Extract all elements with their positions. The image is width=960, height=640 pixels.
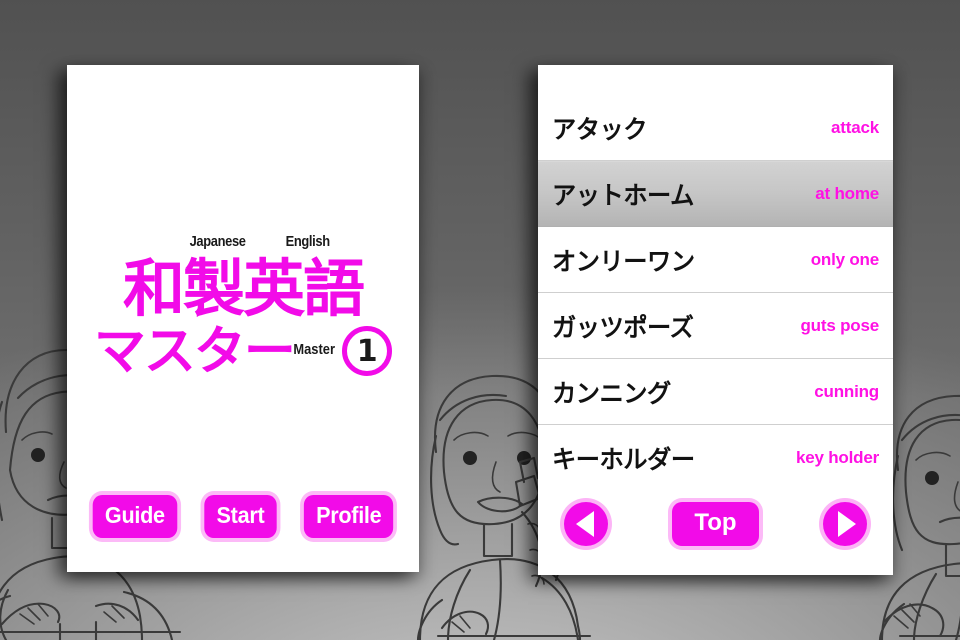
logo-katakana: マスター [93, 322, 296, 382]
logo-master-label: Master [293, 340, 335, 358]
word-japanese: ガッツポーズ [552, 312, 694, 342]
title-button-row: Guide Start Profile [67, 495, 419, 538]
list-item[interactable]: ガッツポーズ guts pose [538, 293, 893, 359]
title-screen-card: 和製英語 Japanese English マスター Master 1 Guid… [67, 65, 419, 572]
word-english: key holder [795, 448, 879, 467]
logo-volume-badge: 1 [342, 326, 393, 376]
word-english: cunning [814, 381, 879, 401]
logo-line-2: マスター Master 1 [93, 321, 393, 383]
word-list-card: アタック attack アットホーム at home オンリーワン only o… [538, 65, 893, 575]
logo-english-label: English [285, 233, 330, 250]
word-japanese: アタック [552, 114, 648, 144]
word-english: only one [810, 249, 879, 269]
top-button[interactable]: Top [672, 502, 759, 546]
list-navigation-bar: Top [538, 487, 893, 575]
guide-button[interactable]: Guide [92, 495, 177, 538]
logo-japanese-label: Japanese [189, 233, 246, 250]
next-page-button[interactable] [822, 502, 867, 546]
word-english: attack [831, 117, 879, 137]
word-japanese: オンリーワン [552, 246, 695, 276]
list-item[interactable]: アットホーム at home [538, 161, 893, 227]
profile-button[interactable]: Profile [303, 495, 394, 538]
app-logo: 和製英語 Japanese English マスター Master 1 [67, 233, 419, 383]
word-english: guts pose [800, 315, 880, 335]
arrow-left-icon [575, 511, 594, 537]
list-item[interactable]: キーホルダー key holder [538, 425, 893, 491]
word-japanese: アットホーム [552, 181, 694, 210]
word-japanese: キーホルダー [552, 445, 695, 474]
list-item[interactable]: アタック attack [538, 95, 893, 161]
word-japanese: カンニング [552, 378, 671, 408]
logo-kanji: 和製英語 [122, 251, 365, 325]
start-button[interactable]: Start [203, 495, 277, 538]
word-list: アタック attack アットホーム at home オンリーワン only o… [538, 65, 893, 491]
previous-page-button[interactable] [564, 502, 608, 546]
list-item[interactable]: カンニング cunning [538, 359, 893, 425]
arrow-right-icon [837, 511, 856, 537]
word-english: at home [815, 184, 879, 203]
list-item[interactable]: オンリーワン only one [538, 227, 893, 293]
logo-line-1: 和製英語 Japanese English [122, 233, 365, 325]
